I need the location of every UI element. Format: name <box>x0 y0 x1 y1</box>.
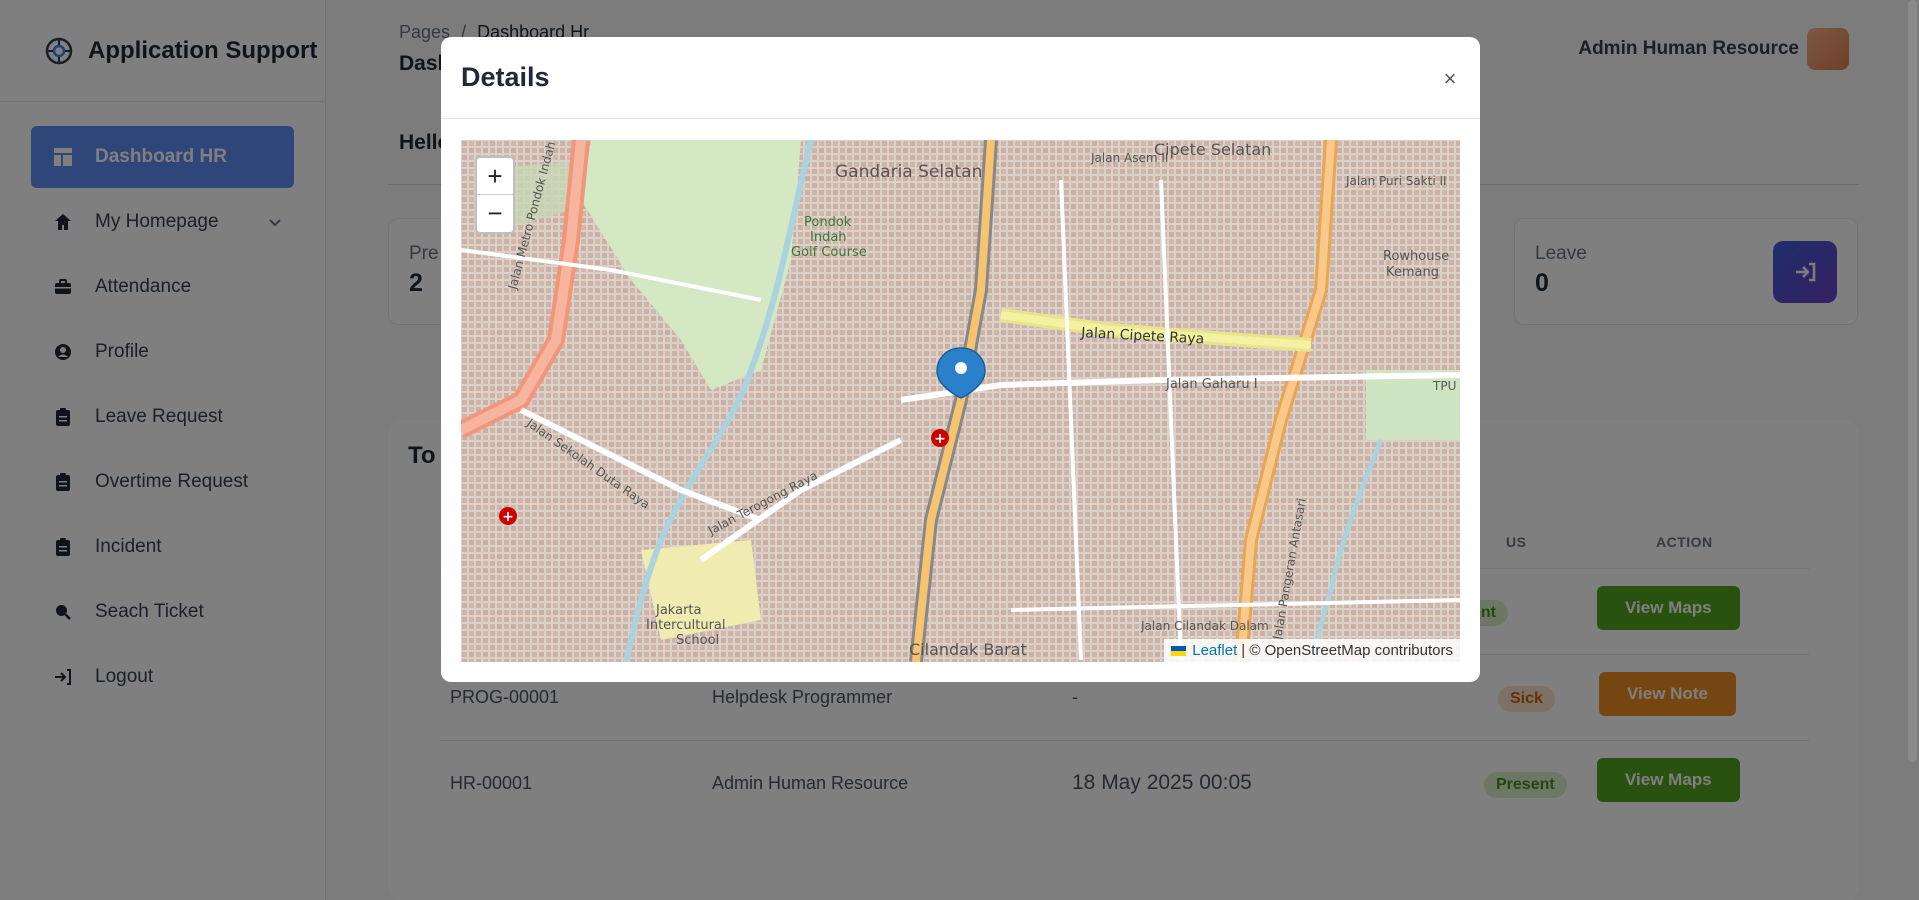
map-label: Intercultural <box>646 618 726 633</box>
page-scrollbar[interactable] <box>1907 0 1919 900</box>
zoom-control: + − <box>475 156 515 234</box>
zoom-out-button[interactable]: − <box>477 195 513 232</box>
map-label: School <box>676 633 719 648</box>
map-label: Cilandak Barat <box>909 640 1027 659</box>
ukraine-flag-icon <box>1171 645 1187 656</box>
map-attribution: Leaflet | © OpenStreetMap contributors <box>1164 639 1460 662</box>
map-label: Pondok <box>804 215 852 230</box>
modal-title: Details <box>461 62 550 92</box>
osm-attribution: | © OpenStreetMap contributors <box>1241 642 1453 659</box>
map-label: Indah <box>810 230 847 245</box>
scrollbar-thumb[interactable] <box>1908 0 1917 762</box>
close-icon[interactable]: × <box>1438 66 1462 91</box>
map-label: Gandaria Selatan <box>835 162 982 182</box>
map-label: Jakarta <box>655 603 701 618</box>
map-label: Jalan Cilandak Dalam <box>1140 619 1269 633</box>
map-label: Jalan Gaharu I <box>1165 377 1258 392</box>
leaflet-link[interactable]: Leaflet <box>1192 642 1237 659</box>
map-label: Cipete Selatan <box>1154 140 1271 159</box>
map-label: Rowhouse <box>1383 249 1449 264</box>
svg-text:+: + <box>502 509 514 525</box>
modal-header: Details × <box>441 37 1480 119</box>
map-label: Golf Course <box>791 245 867 260</box>
location-map[interactable]: + + Gandaria Selatan Cipete Selatan Pond… <box>461 140 1460 662</box>
details-modal: Details × + + Gandaria Selatan Cipete Se… <box>441 37 1480 682</box>
map-label: Jalan Asem II <box>1090 151 1168 165</box>
map-tiles[interactable]: + + Gandaria Selatan Cipete Selatan Pond… <box>461 140 1460 662</box>
map-label: TPU <box>1432 379 1456 393</box>
map-label: Kemang <box>1386 265 1439 280</box>
zoom-in-button[interactable]: + <box>477 158 513 195</box>
map-label: Jalan Puri Sakti II <box>1345 174 1447 188</box>
svg-text:+: + <box>934 431 946 447</box>
